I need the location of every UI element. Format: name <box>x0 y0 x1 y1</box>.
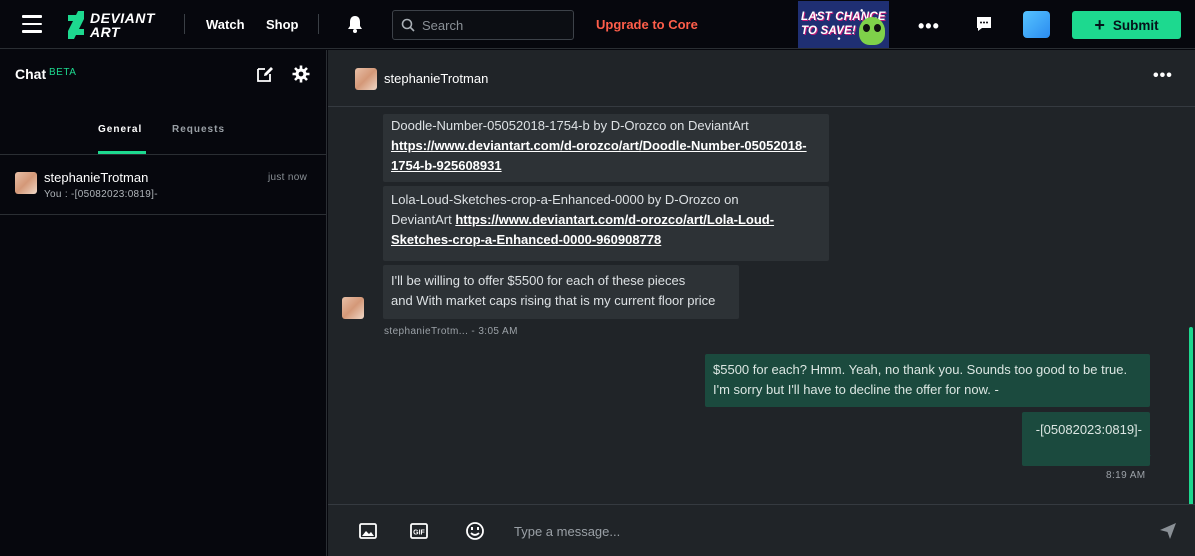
alien-mascot-icon <box>859 17 885 45</box>
search-input[interactable] <box>422 17 562 33</box>
shop-link[interactable]: Shop <box>266 17 299 32</box>
upgrade-to-core-link[interactable]: Upgrade to Core <box>596 17 698 32</box>
message-composer: GIF <box>328 504 1195 556</box>
incoming-message-meta: stephanieTrotm... - 3:05 AM <box>384 326 518 337</box>
outgoing-message-bubble: -[05082023:0819]- <box>1022 412 1150 466</box>
chat-header: stephanieTrotman ••• <box>328 50 1195 107</box>
watch-link[interactable]: Watch <box>206 17 245 32</box>
artwork-link[interactable]: https://www.deviantart.com/d-orozco/art/… <box>391 138 807 153</box>
menu-icon[interactable] <box>22 15 42 33</box>
contact-name: stephanieTrotman <box>44 170 149 185</box>
image-upload-icon[interactable] <box>358 521 378 541</box>
message-text: DeviantArt <box>391 212 456 227</box>
chat-title: Chat <box>15 66 47 82</box>
bell-icon[interactable] <box>345 14 365 34</box>
conversation-item[interactable]: stephanieTrotman just now You : -[050820… <box>0 155 326 215</box>
tab-requests[interactable]: Requests <box>172 124 225 135</box>
artwork-link[interactable]: Sketches-crop-a-Enhanced-0000-960908778 <box>391 232 661 247</box>
chat-sidebar: Chat BETA General Requests stephanieTrot… <box>0 50 327 556</box>
message-text: and With market caps rising that is my c… <box>391 293 716 308</box>
divider <box>318 14 319 34</box>
bubble-tail <box>1143 455 1151 463</box>
message-text: I'm sorry but I'll have to decline the o… <box>713 382 999 397</box>
message-bubble: I'll be willing to offer $5500 for each … <box>383 265 739 319</box>
top-navigation-bar: DEVIANT ART Watch Shop Upgrade to Core L… <box>0 0 1195 49</box>
gif-icon[interactable]: GIF <box>409 521 429 541</box>
message-text: -[05082023:0819]- <box>1035 422 1142 437</box>
outgoing-message-time: 8:19 AM <box>1106 470 1146 481</box>
more-options-icon[interactable]: ••• <box>918 16 940 37</box>
message-input[interactable] <box>514 521 1114 541</box>
outgoing-message-bubble: $5500 for each? Hmm. Yeah, no thank you.… <box>705 354 1150 407</box>
user-avatar[interactable] <box>1023 11 1050 38</box>
search-icon <box>401 18 415 32</box>
chat-tabs: General Requests <box>0 108 326 155</box>
artwork-link[interactable]: 1754-b-925608931 <box>391 158 502 173</box>
chat-contact-name[interactable]: stephanieTrotman <box>384 71 488 86</box>
logo-wordmark: DEVIANT ART <box>90 11 155 39</box>
message-text: I'll be willing to offer $5500 for each … <box>391 273 686 288</box>
chat-pane: stephanieTrotman ••• Doodle-Number-05052… <box>328 50 1195 556</box>
submit-button[interactable]: + Submit <box>1072 11 1181 39</box>
active-tab-indicator <box>98 151 146 154</box>
message-bubble: Doodle-Number-05052018-1754-b by D-Orozc… <box>383 114 829 182</box>
logo-line-1: DEVIANT <box>90 10 155 26</box>
plus-icon: + <box>1094 15 1105 35</box>
send-icon[interactable] <box>1158 521 1178 541</box>
scrollbar[interactable] <box>1189 327 1193 506</box>
gear-icon[interactable] <box>292 65 310 83</box>
deviantart-logo[interactable]: DEVIANT ART <box>66 10 166 40</box>
logo-line-2: ART <box>90 24 121 40</box>
message-text: Lola-Loud-Sketches-crop-a-Enhanced-0000 … <box>391 192 739 207</box>
chat-more-options-icon[interactable]: ••• <box>1153 67 1173 85</box>
svg-text:GIF: GIF <box>413 530 425 537</box>
deviantart-mark-icon <box>68 11 84 39</box>
message-bubble: Lola-Loud-Sketches-crop-a-Enhanced-0000 … <box>383 186 829 261</box>
submit-label: Submit <box>1112 17 1159 33</box>
artwork-link[interactable]: https://www.deviantart.com/d-orozco/art/… <box>455 212 774 227</box>
message-text: Doodle-Number-05052018-1754-b by D-Orozc… <box>391 118 749 133</box>
emoji-icon[interactable] <box>465 521 485 541</box>
contact-avatar <box>15 172 37 194</box>
beta-badge: BETA <box>49 67 77 78</box>
conversation-preview: You : -[05082023:0819]- <box>44 189 158 200</box>
tab-general[interactable]: General <box>98 124 142 135</box>
sender-avatar[interactable] <box>342 297 364 319</box>
compose-icon[interactable] <box>256 65 274 83</box>
contact-avatar[interactable] <box>355 68 377 90</box>
message-text: $5500 for each? Hmm. Yeah, no thank you.… <box>713 362 1128 377</box>
divider <box>184 14 185 34</box>
chat-bubble-icon[interactable] <box>975 15 993 33</box>
conversation-time: just now <box>268 172 308 183</box>
promo-banner[interactable]: LAST CHANCE TO SAVE! <box>798 1 889 48</box>
promo-text-2: TO SAVE! <box>801 25 856 37</box>
search-box[interactable] <box>392 10 574 40</box>
